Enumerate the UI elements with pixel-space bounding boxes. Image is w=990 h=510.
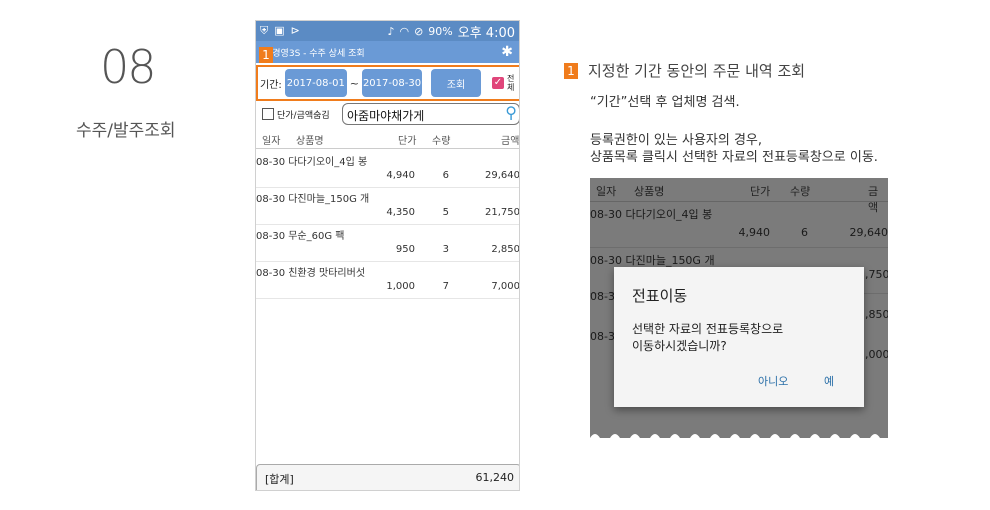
wifi-icon: ◠ [399,24,410,38]
row-name: 08-30 무순_60G 팩 [256,231,345,242]
dialog-message-line-1: 선택한 자료의 전표등록창으로 [632,322,784,336]
note-line-1: “기간”선택 후 업체명 검색. [590,95,740,110]
shot-row-name: 08-30 다진마늘_150G 개 [590,254,715,267]
vendor-search-input[interactable]: 아줌마야채가게 ⚲ [342,103,519,125]
step-title: 수주/발주조회 [76,121,176,141]
status-time: 오후 4:00 [457,25,515,41]
note-heading: 1 지정한 기간 동안의 주문 내역 조회 [564,60,805,81]
end-date-button[interactable]: 2017-08-30 [362,69,422,97]
all-checkbox[interactable]: ✓ [492,77,504,89]
torn-edge [590,434,880,438]
row-price: 4,350 [386,207,415,218]
shot-col-price: 단가 [750,185,771,198]
app-title: 년경영3S - 수주 상세 조회 [264,48,365,59]
dialog-title: 전표이동 [632,287,688,305]
shot-fragment: ,750 [865,268,888,281]
dialog-message-line-2: 이동하시겠습니까? [632,339,727,353]
shot-row-price: 4,940 [738,226,771,239]
shot-col-product: 상품명 [634,185,665,198]
dialog-no-button[interactable]: 아니오 [758,373,788,389]
dialog-screenshot: 일자 상품명 단가 수량 금액 08-30 다다기오이_4입 봉 4,940 6… [590,178,888,438]
step-number: 08 [100,40,157,94]
hide-price-label: 단가/금액숨김 [277,110,330,121]
bluetooth-icon[interactable]: ✱ [501,44,513,60]
row-amount: 2,850 [491,244,520,255]
date-separator: ~ [349,76,359,90]
total-value: 61,240 [475,471,515,484]
row-qty: 5 [442,207,449,218]
vendor-search-value: 아줌마야채가게 [347,109,425,123]
period-label: 기간: [260,79,282,91]
col-amount: 금액 [501,136,520,147]
note-line-2: 등록권한이 있는 사용자의 경우, [590,133,763,148]
table-header: 일자 상품명 단가 수량 금액 [256,129,520,149]
col-product: 상품명 [296,136,324,147]
shot-row-name: 08-30 다다기오이_4입 봉 [590,208,713,221]
shot-col-qty: 수량 [790,185,811,198]
play-icon: ⊳ [290,24,300,37]
row-qty: 3 [442,244,449,255]
battery-level: 90% [428,24,453,38]
shot-row: 08-30 다다기오이_4입 봉 4,940 6 29,640 [590,202,888,248]
note-line-3: 상품목록 클릭시 선택한 자료의 전표등록창으로 이동. [590,150,878,165]
row-price: 950 [395,244,415,255]
row-amount: 29,640 [485,170,520,181]
search-row: 단가/금액숨김 아줌마야채가게 ⚲ [262,103,519,125]
col-date: 일자 [262,136,281,147]
row-price: 1,000 [386,281,415,292]
total-bar: [합계] 61,240 [256,464,519,490]
row-qty: 6 [442,170,449,181]
note-heading-text: 지정한 기간 동안의 주문 내역 조회 [588,62,806,80]
shield-icon: ⛨ [260,24,269,37]
row-price: 4,940 [386,170,415,181]
row-name: 08-30 다진마늘_150G 개 [256,194,370,205]
shot-fragment: ,000 [865,348,888,361]
all-label: 전체 [507,74,515,92]
table-row[interactable]: 08-30 무순_60G 팩 950 3 2,850 [256,225,520,262]
shot-table-header: 일자 상품명 단가 수량 금액 [590,178,888,214]
status-bar: ⛨ ▣ ⊳ ♪ ◠ ⊘ 90% 오후 4:00 [256,21,519,41]
search-button[interactable]: 조회 [431,69,481,97]
shot-row-amount: 29,640 [849,226,889,239]
total-label: [합계] [265,473,294,486]
table-row[interactable]: 08-30 다다기오이_4입 봉 4,940 6 29,640 [256,151,520,188]
dialog-yes-button[interactable]: 예 [824,373,834,389]
note-badge: 1 [564,62,578,79]
table-row[interactable]: 08-30 다진마늘_150G 개 4,350 5 21,750 [256,188,520,225]
col-qty: 수량 [432,136,451,147]
shot-fragment: 08-3 [590,290,615,303]
app-title-bar: 1 년경영3S - 수주 상세 조회 ✱ [256,41,519,63]
period-filter: 기간: 2017-08-01 ~ 2017-08-30 조회 ✓ 전체 [256,65,519,101]
shot-col-date: 일자 [596,185,617,198]
callout-badge: 1 [259,47,273,63]
start-date-button[interactable]: 2017-08-01 [284,69,347,97]
image-icon: ▣ [274,24,285,37]
hide-price-checkbox[interactable] [262,108,274,120]
dialog-message: 선택한 자료의 전표등록창으로 이동하시겠습니까? [632,321,783,355]
table-row[interactable]: 08-30 친환경 맛타리버섯 1,000 7 7,000 [256,262,520,299]
row-qty: 7 [442,281,449,292]
search-icon[interactable]: ⚲ [505,103,517,122]
order-list: 08-30 다다기오이_4입 봉 4,940 6 29,640 08-30 다진… [256,151,520,299]
shot-fragment: ,850 [865,308,888,321]
row-name: 08-30 다다기오이_4입 봉 [256,157,368,168]
phone-screen: ⛨ ▣ ⊳ ♪ ◠ ⊘ 90% 오후 4:00 1 년경영3S - 수주 상세 … [255,20,520,491]
row-amount: 21,750 [485,207,520,218]
mute-icon: ♪ [387,24,395,38]
row-amount: 7,000 [491,281,520,292]
row-name: 08-30 친환경 맛타리버섯 [256,268,366,279]
shot-fragment: 08-3 [590,330,615,343]
col-price: 단가 [398,136,417,147]
confirm-dialog: 전표이동 선택한 자료의 전표등록창으로 이동하시겠습니까? 아니오 예 [614,267,864,407]
block-icon: ⊘ [414,24,424,38]
shot-row-qty: 6 [801,226,808,239]
